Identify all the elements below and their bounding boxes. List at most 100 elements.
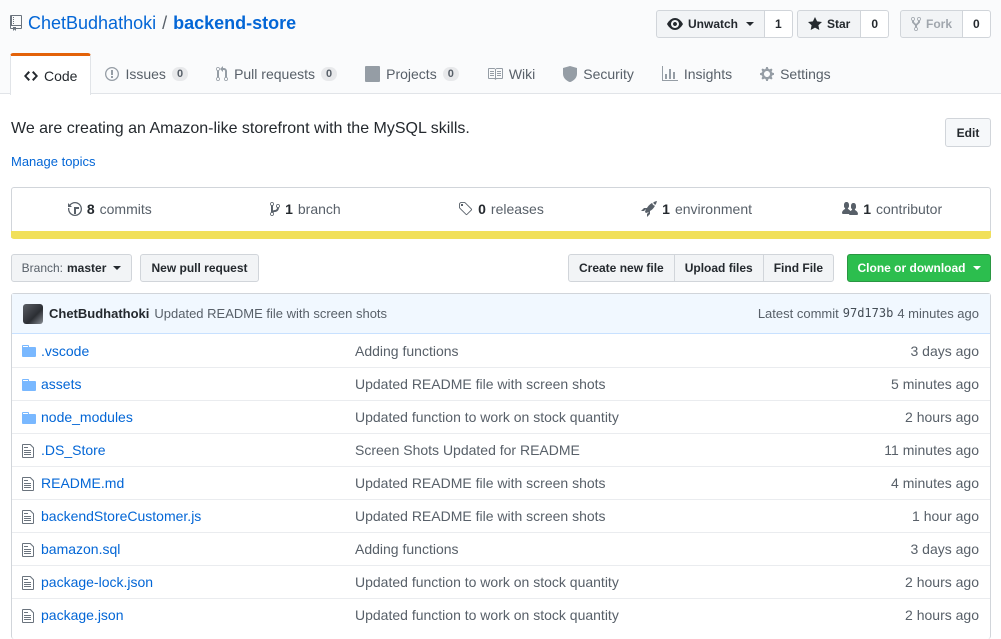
file-age: 3 days ago [910,541,980,557]
tab-issues-label: Issues [125,66,166,82]
language-bar[interactable] [11,231,991,239]
folder-icon [22,343,36,362]
avatar[interactable] [23,303,43,324]
upload-files-button[interactable]: Upload files [673,254,764,282]
forks-count[interactable]: 0 [963,10,991,38]
clone-download-button[interactable]: Clone or download [847,254,991,282]
file-name-link[interactable]: backendStoreCustomer.js [41,508,201,524]
repo-icon [10,15,22,31]
tab-projects-label: Projects [386,66,437,82]
file-age: 2 hours ago [905,574,979,590]
tab-issues[interactable]: Issues 0 [91,53,202,94]
file-age: 3 days ago [910,342,980,359]
tab-wiki[interactable]: Wiki [473,53,549,94]
file-commit-message[interactable]: Updated function to work on stock quanti… [355,574,619,590]
new-pull-request-button[interactable]: New pull request [140,254,259,282]
releases-label: releases [490,201,544,217]
watchers-count[interactable]: 1 [765,10,793,38]
chevron-down-icon [972,266,981,270]
fork-button[interactable]: Fork [900,10,964,38]
file-icon [22,443,34,462]
edit-description-button[interactable]: Edit [945,118,991,147]
chevron-down-icon [113,266,122,270]
file-commit-message[interactable]: Updated README file with screen shots [355,475,606,491]
file-name-link[interactable]: package-lock.json [41,574,153,590]
file-commit-message[interactable]: Updated function to work on stock quanti… [355,607,619,623]
tab-pull-requests[interactable]: Pull requests 0 [202,53,351,94]
repo-header: ChetBudhathoki / backend-store Unwatch 1… [0,0,1001,95]
file-commit-message[interactable]: Adding functions [355,343,459,359]
tab-code-label: Code [44,67,78,84]
issue-icon [105,67,120,81]
star-label: Star [827,17,851,31]
file-actions-group: Create new file Upload files Find File [568,254,835,282]
manage-topics-link[interactable]: Manage topics [11,154,96,169]
file-age: 11 minutes ago [884,442,979,458]
table-row: node_modules Updated function to work on … [12,400,990,433]
file-name-link[interactable]: bamazon.sql [41,541,120,557]
table-row: .DS_Store Screen Shots Updated for README… [12,433,990,466]
environments-count: 1 [662,201,670,217]
file-name-link[interactable]: assets [41,376,81,392]
fork-icon [911,16,921,32]
file-name-link[interactable]: .vscode [41,343,89,359]
tag-icon [459,202,473,216]
file-name-link[interactable]: README.md [41,475,124,491]
pull-requests-counter: 0 [321,67,338,81]
find-file-button[interactable]: Find File [762,254,835,282]
commit-message[interactable]: Updated README file with screen shots [154,306,387,321]
file-name-link[interactable]: package.json [41,607,124,623]
repo-owner-link[interactable]: ChetBudhathoki [28,13,156,34]
file-name-link[interactable]: .DS_Store [41,442,106,458]
repo-name-link[interactable]: backend-store [173,13,296,34]
star-button[interactable]: Star [797,10,862,38]
environments-label: environment [674,201,752,217]
commit-author[interactable]: ChetBudhathoki [49,306,149,321]
branch-icon [270,202,281,216]
folder-icon [22,410,36,429]
book-icon [487,68,503,80]
commit-sha-link[interactable]: 97d173b [843,306,894,321]
contributors-label: contributor [875,201,943,217]
file-age: 5 minutes ago [891,376,979,392]
file-commit-message[interactable]: Updated README file with screen shots [355,508,606,524]
repo-description: We are creating an Amazon-like storefron… [11,120,470,137]
tab-security[interactable]: Security [549,53,648,94]
tab-code[interactable]: Code [10,53,92,95]
table-row: assets Updated README file with screen sh… [12,367,990,400]
file-name-link[interactable]: node_modules [41,409,133,425]
commits-label: commits [99,201,152,217]
file-commit-message[interactable]: Adding functions [355,541,459,557]
tab-projects[interactable]: Projects 0 [351,53,473,94]
unwatch-button[interactable]: Unwatch [656,10,766,38]
repo-title: ChetBudhathoki / backend-store [10,11,296,35]
table-row: .vscode Adding functions 3 days ago [12,334,990,367]
file-icon [22,476,34,495]
clone-label: Clone or download [857,261,966,275]
numbers-summary: 8 commits 1 branch 0 releases 1 environm… [11,187,991,239]
stargazers-count[interactable]: 0 [861,10,890,38]
tab-insights[interactable]: Insights [648,53,746,94]
branch-select-button[interactable]: Branch: master [11,254,132,282]
file-commit-message[interactable]: Screen Shots Updated for README [355,442,580,458]
star-group: Star 0 [797,10,890,38]
tab-settings[interactable]: Settings [746,53,845,94]
file-commit-message[interactable]: Updated README file with screen shots [355,376,606,392]
repo-separator: / [162,12,168,33]
tab-insights-label: Insights [683,66,733,82]
fork-label: Fork [926,17,953,31]
code-icon [24,70,38,81]
file-age: 2 hours ago [905,607,979,623]
file-icon [22,608,34,627]
tab-security-label: Security [583,66,634,82]
file-commit-message[interactable]: Updated function to work on stock quanti… [355,409,619,425]
table-row: bamazon.sql Adding functions 3 days ago [12,532,990,565]
shield-icon [563,66,578,82]
branch-prefix: Branch: [21,261,63,275]
branches-count: 1 [285,201,293,217]
create-new-file-button[interactable]: Create new file [568,254,675,282]
file-list: ChetBudhathoki Updated README file with … [11,293,991,639]
contributors-count: 1 [863,201,871,217]
repo-nav-tabs: Code Issues 0 Pull requests 0 Projects 0… [10,53,845,95]
file-icon [22,542,34,561]
